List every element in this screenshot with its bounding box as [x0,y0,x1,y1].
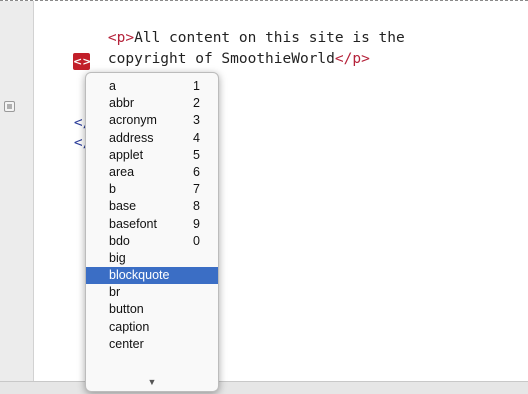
autocomplete-item[interactable]: acronym 3 [86,112,218,129]
tag-hint-icon[interactable]: <> [73,53,91,70]
autocomplete-item-label: b [109,182,116,197]
autocomplete-item-label: center [109,336,144,351]
scroll-down-icon[interactable]: ▼ [86,377,218,387]
autocomplete-list: a 1 abbr 2 acronym 3 address 4 applet 5 area 6 b 7 bas… [86,78,218,353]
autocomplete-item[interactable]: br [86,284,218,301]
autocomplete-item-label: abbr [109,96,135,111]
autocomplete-item-shortcut: 1 [193,79,200,93]
autocomplete-item-label: basefont [109,216,157,231]
autocomplete-item-label: button [109,302,144,317]
autocomplete-item-shortcut: 2 [193,96,200,111]
fold-toggle-icon[interactable] [4,101,15,112]
status-bar [0,381,528,394]
autocomplete-item[interactable]: area 6 [86,164,218,181]
editor-top-border [0,0,528,1]
autocomplete-item-shortcut: 5 [193,147,200,162]
close-p-tag: </p> [334,51,370,67]
autocomplete-item-shortcut: 7 [193,182,200,197]
code-editor[interactable]: <p>All content on this site is the copyr… [0,0,528,394]
autocomplete-item-label: blockquote [109,268,170,283]
autocomplete-item[interactable]: caption [86,319,218,336]
autocomplete-item[interactable]: a1 [86,78,218,95]
autocomplete-item[interactable]: blockquote [86,267,218,285]
autocomplete-item-label: big [109,250,126,265]
autocomplete-item-label: address [109,130,154,145]
autocomplete-item[interactable]: abbr 2 [86,95,218,112]
autocomplete-item-shortcut: 6 [193,164,200,179]
autocomplete-item-shortcut: 9 [193,216,200,231]
autocomplete-item-label: base [109,199,137,214]
autocomplete-item[interactable]: bdo 0 [86,233,218,250]
autocomplete-item-label: br [109,285,121,300]
autocomplete-item[interactable]: base 8 [86,198,218,215]
autocomplete-item[interactable]: big [86,250,218,267]
autocomplete-item-label: area [109,164,135,179]
autocomplete-item-shortcut: 4 [193,130,200,145]
autocomplete-item[interactable]: center [86,336,218,353]
autocomplete-item[interactable]: applet 5 [86,147,218,164]
autocomplete-item-shortcut: 8 [193,199,200,214]
autocomplete-item-shortcut: 3 [193,113,200,128]
autocomplete-item[interactable]: basefont 9 [86,216,218,233]
autocomplete-item-shortcut: 0 [193,233,200,248]
autocomplete-item-label: caption [109,319,150,334]
autocomplete-item-label: a [109,79,116,93]
autocomplete-item-label: applet [109,147,144,162]
line-gutter [0,1,34,381]
autocomplete-item[interactable]: b7 [86,181,218,198]
autocomplete-popup[interactable]: a 1 abbr 2 acronym 3 address 4 applet 5 area 6 b 7 bas… [85,72,219,392]
autocomplete-item-label: bdo [109,233,130,248]
autocomplete-item-label: acronym [109,113,157,128]
code-text: copyright of SmoothieWorld [107,51,335,67]
autocomplete-item[interactable]: address 4 [86,130,218,147]
autocomplete-item[interactable]: button [86,301,218,318]
